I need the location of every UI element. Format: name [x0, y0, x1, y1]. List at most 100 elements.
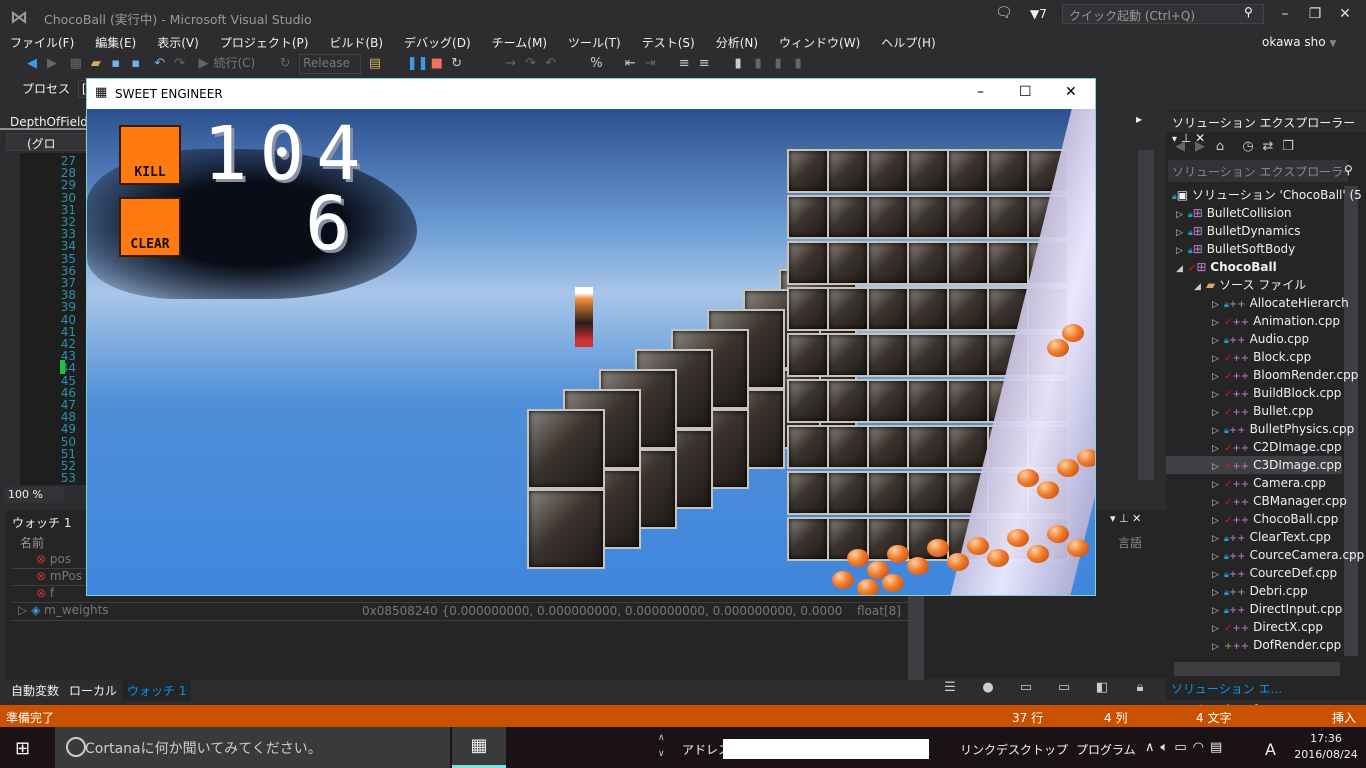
cortana-search[interactable]: Cortanaに何か聞いてみてください。 [55, 727, 450, 768]
undo-icon[interactable]: ↶ [150, 54, 170, 74]
tree-item[interactable]: ▷ ✓++ C3DImage.cpp [1166, 456, 1342, 474]
continue-button[interactable]: 続行(C) [213, 56, 255, 70]
menu-item[interactable]: 編集(E) [85, 33, 136, 51]
menu-item[interactable]: 表示(V) [147, 33, 199, 51]
desktop-toolbar[interactable]: デスクトップ [996, 741, 1068, 758]
tab-solution-explorer[interactable]: ソリューション エ... [1166, 678, 1288, 699]
tab-watch1[interactable]: ウォッチ 1 [122, 680, 192, 701]
forward-icon[interactable]: ▶ [42, 54, 62, 74]
menu-item[interactable]: ファイル(F) [0, 33, 74, 51]
tree-item[interactable]: ▷ ✓++ BuildBlock.cpp [1212, 384, 1341, 402]
back-icon[interactable]: ◀ [1170, 137, 1190, 157]
tree-item[interactable]: 🔒︎▣ ソリューション 'ChocoBall' (5 プ [1172, 186, 1366, 204]
windows-start-icon[interactable]: ⊞ [15, 738, 30, 759]
tree-item[interactable]: ▷ 🔒︎++ CourceDef.cpp [1212, 564, 1337, 582]
error-list-icon[interactable]: 🔒︎ [1130, 678, 1150, 698]
taskbar-app-game[interactable]: ▦ [452, 727, 506, 768]
call-stack-icon[interactable]: ● [978, 678, 998, 698]
tree-item[interactable]: ▷ 🔒︎++ AllocateHierarch [1212, 294, 1349, 312]
sync-icon[interactable]: ⇄ [1258, 137, 1278, 157]
tree-item[interactable]: ▷ ✓++ BloomRender.cpp [1212, 366, 1358, 384]
menu-item[interactable]: ビルド(B) [319, 33, 383, 51]
find-icon[interactable]: ▤ [365, 54, 385, 74]
notification-button[interactable]: ▼7 [1030, 7, 1047, 21]
tree-item[interactable]: ▷ 🔒︎⊞ BulletDynamics [1176, 222, 1300, 240]
tree-item[interactable]: ▷ ✓++ C2DImage.cpp [1212, 438, 1342, 456]
tab-overflow-icon[interactable]: ▸ [1136, 112, 1142, 126]
continue-icon[interactable]: ▶ [193, 54, 213, 74]
menu-item[interactable]: 分析(N) [706, 33, 758, 51]
refresh-icon[interactable]: ↻ [275, 54, 295, 74]
hex-icon[interactable]: % [586, 54, 606, 74]
step-out-icon[interactable]: ↶ [541, 54, 561, 74]
tree-item[interactable]: ▷ 🔒︎⊞ BulletCollision [1176, 204, 1292, 222]
menu-item[interactable]: チーム(M) [482, 33, 547, 51]
redo-icon[interactable]: ↷ [170, 54, 190, 74]
tree-item[interactable]: ▷ ✓++ Block.cpp [1212, 348, 1311, 366]
tree-item[interactable]: ▷ 🔒︎++ DirectInput.cpp [1212, 600, 1342, 618]
back-icon[interactable]: ◀ [22, 54, 42, 74]
outdent-icon[interactable]: ⇥ [640, 54, 660, 74]
editor-tab[interactable]: DepthOfField.h [0, 112, 99, 130]
volume-icon[interactable]: 🔈︎ [1161, 740, 1175, 755]
menu-item[interactable]: テスト(S) [632, 33, 695, 51]
close-button[interactable]: ✕ [1330, 6, 1360, 26]
solution-search-input[interactable]: ソリューション エクスプローラー の検 [1168, 160, 1348, 182]
search-icon[interactable]: ⚲ [1244, 5, 1253, 19]
tree-item[interactable]: ◢ ✓⊞ ChocoBall [1176, 258, 1277, 276]
minimize-button[interactable]: – [977, 84, 984, 100]
menu-item[interactable]: ウィンドウ(W) [769, 33, 860, 51]
user-account[interactable]: okawa sho ▼ [1262, 35, 1336, 49]
wifi-icon[interactable]: ◠ [1193, 740, 1210, 755]
action-center-icon[interactable]: ▤ [1210, 740, 1228, 755]
zoom-dropdown[interactable]: 100 % [4, 487, 64, 503]
search-icon[interactable]: ⚲ [1344, 163, 1353, 177]
new-project-icon[interactable]: ▦ [66, 54, 86, 74]
code-editor[interactable]: 27 28 29 30 31 32 33 34 35 36 37 38 39 40 41 42 43 44 45 46… [20, 153, 86, 485]
dropdown-icon[interactable]: ▾ [1110, 512, 1116, 525]
step-over-icon[interactable]: ↷ [521, 54, 541, 74]
tree-item[interactable]: ▷ ✓++ Bullet.cpp [1212, 402, 1313, 420]
open-icon[interactable]: ▰ [86, 54, 106, 74]
next-bookmark-icon[interactable]: ▮ [768, 54, 788, 74]
uncomment-icon[interactable]: ≡ [694, 54, 714, 74]
programs-toolbar[interactable]: プログラム [1076, 741, 1136, 758]
tree-h-scrollbar[interactable] [1174, 662, 1340, 676]
list-icon[interactable]: ☰ [940, 678, 960, 698]
restore-button[interactable]: ❐ [1300, 6, 1330, 26]
ime-indicator[interactable]: A [1265, 740, 1276, 759]
stop-icon[interactable]: ■ [427, 54, 447, 74]
forward-icon[interactable]: ▶ [1190, 137, 1210, 157]
tree-item[interactable]: ▷ ✓++ ChocoBall.cpp [1212, 510, 1338, 528]
close-button[interactable]: ✕ [1065, 84, 1077, 100]
chevron-up-icon[interactable]: ∧ [1145, 740, 1161, 755]
tree-item[interactable]: ▷ ✓++ Animation.cpp [1212, 312, 1340, 330]
tree-item[interactable]: ▷ 🔒︎++ CourceCamera.cpp [1212, 546, 1364, 564]
configuration-dropdown[interactable]: Release [299, 54, 362, 74]
toolbar-scroll-icon[interactable]: ∧ ∨ [658, 730, 665, 762]
save-all-icon[interactable]: ▪ [126, 54, 146, 74]
menu-item[interactable]: ヘルプ(H) [871, 33, 935, 51]
history-icon[interactable]: ◷ [1238, 137, 1258, 157]
step-into-icon[interactable]: → [501, 54, 521, 74]
tree-item[interactable]: ▷ ✓++ DirectX.cpp [1212, 618, 1323, 636]
home-icon[interactable]: ⌂ [1210, 137, 1230, 157]
pin-icon[interactable]: ⊥ [1119, 512, 1129, 525]
clear-bookmark-icon[interactable]: ▮ [788, 54, 808, 74]
battery-icon[interactable]: ▭ [1174, 740, 1192, 755]
tree-item[interactable]: ▷ 🔒︎⊞ BulletSoftBody [1176, 240, 1295, 258]
maximize-button[interactable]: ☐ [1019, 84, 1032, 100]
comment-icon[interactable]: ≡ [674, 54, 694, 74]
minimize-button[interactable]: – [1270, 6, 1300, 26]
tree-item[interactable]: ▷ +++ DofRender.cpp [1212, 636, 1341, 654]
game-scene[interactable]: KILL CLEAR 104 6 [87, 109, 1095, 595]
bookmark-icon[interactable]: ▮ [728, 54, 748, 74]
tab-locals[interactable]: ローカル [64, 680, 122, 701]
tree-item[interactable]: ▷ ✓++ CBManager.cpp [1212, 492, 1347, 510]
expand-icon[interactable]: ▷ [18, 603, 27, 617]
save-icon[interactable]: ▪ [106, 54, 126, 74]
menu-item[interactable]: プロジェクト(P) [210, 33, 309, 51]
console-icon[interactable]: ▭ [1016, 678, 1036, 698]
restart-icon[interactable]: ↻ [447, 54, 467, 74]
menu-item[interactable]: デバッグ(D) [394, 33, 471, 51]
